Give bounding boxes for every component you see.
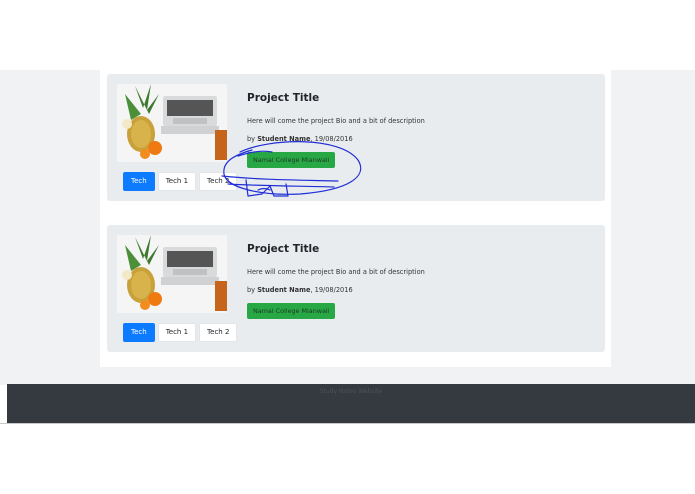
college-button[interactable]: Namal College Mianwali (247, 303, 336, 319)
footer: Study Notes Website (7, 384, 695, 423)
tech-tag-button[interactable]: Tech (123, 172, 155, 191)
tech-tag-button[interactable]: Tech 1 (157, 172, 197, 191)
tech-tag-button[interactable]: Tech 1 (157, 323, 197, 342)
project-description: Here will come the project Bio and a bit… (247, 117, 425, 125)
project-description: Here will come the project Bio and a bit… (247, 268, 425, 276)
tech-tags: Tech Tech 1 Tech 2 (123, 323, 238, 342)
project-date: , 19/08/2016 (310, 286, 353, 294)
project-byline: by Student Name, 19/08/2016 (247, 135, 353, 143)
project-image (117, 84, 227, 162)
tech-tag-button[interactable]: Tech 2 (199, 323, 238, 342)
tech-tag-button[interactable]: Tech 2 (199, 172, 238, 191)
project-byline: by Student Name, 19/08/2016 (247, 286, 353, 294)
project-title: Project Title (247, 243, 320, 255)
student-name: Student Name (257, 286, 311, 294)
byline-prefix: by (247, 286, 258, 294)
tech-tag-button[interactable]: Tech (123, 323, 155, 342)
project-image (117, 235, 227, 313)
student-name: Student Name (257, 135, 311, 143)
tech-tags: Tech Tech 1 Tech 2 (123, 172, 238, 191)
project-title: Project Title (247, 92, 320, 104)
footer-divider (0, 423, 695, 424)
footer-text: Study Notes Website (319, 388, 383, 395)
college-button[interactable]: Namal College Mianwali (247, 152, 336, 168)
project-card: Tech Tech 1 Tech 2 Project Title Here wi… (107, 225, 605, 352)
project-date: , 19/08/2016 (310, 135, 353, 143)
byline-prefix: by (247, 135, 258, 143)
project-card: Tech Tech 1 Tech 2 Project Title Here wi… (107, 74, 605, 201)
